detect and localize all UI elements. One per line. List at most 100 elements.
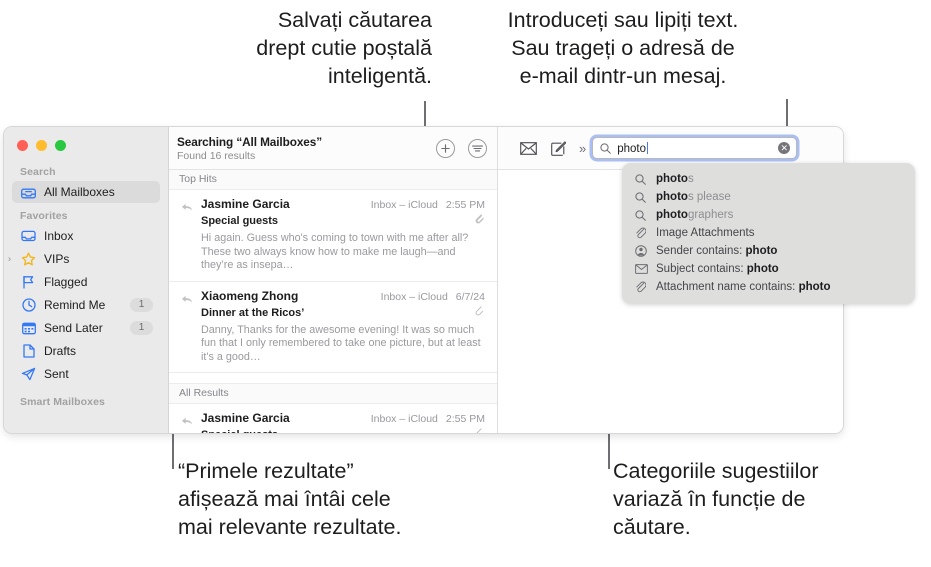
- suggestion-label: Attachment name contains: photo: [656, 281, 831, 293]
- sidebar-item-send-later[interactable]: Send Later 1: [12, 317, 160, 339]
- sidebar-item-badge: 1: [130, 321, 153, 335]
- suggestion-item-image-attachments[interactable]: Image Attachments: [622, 224, 915, 242]
- sidebar-item-label: Inbox: [44, 229, 74, 243]
- message-row-subject: Dinner at the Ricos’: [181, 304, 485, 322]
- calendar-icon: [20, 321, 37, 336]
- sidebar-item-all-mailboxes[interactable]: All Mailboxes: [12, 181, 160, 203]
- paperclip-icon: [475, 426, 485, 433]
- paperclip-icon: [635, 281, 650, 293]
- message-mailbox: Inbox – iCloud: [370, 199, 438, 211]
- clear-search-button[interactable]: ✕: [778, 142, 791, 154]
- message-date: 2:55 PM: [445, 413, 485, 425]
- suggestion-label: photographers: [656, 209, 733, 221]
- zoom-button[interactable]: [55, 140, 66, 151]
- search-icon: [635, 209, 650, 221]
- compose-icon[interactable]: [543, 137, 573, 159]
- sidebar-item-inbox[interactable]: Inbox: [12, 225, 160, 247]
- window-traffic-lights: [17, 140, 66, 151]
- suggestion-item-photographers[interactable]: photographers: [622, 206, 915, 224]
- callout-enter-text: Introduceți sau lipiți text. Sau trageți…: [507, 8, 739, 88]
- paperclip-icon: [475, 304, 485, 322]
- message-row[interactable]: Xiaomeng Zhong Inbox – iCloud 6/7/24 Din…: [169, 282, 497, 373]
- suggestion-label: Subject contains: photo: [656, 263, 779, 275]
- sidebar-group-favorites: Inbox › VIPs Flagged Remind Me 1 Send La…: [4, 225, 168, 385]
- chevron-right-icon[interactable]: ›: [8, 254, 17, 264]
- sidebar-item-label: Sent: [44, 367, 69, 381]
- suggestion-item-photos-please[interactable]: photos please: [622, 188, 915, 206]
- message-subject: Dinner at the Ricos’: [201, 306, 305, 319]
- suggestion-prefix: Sender contains:: [656, 245, 746, 257]
- message-preview: Hi again. Guess who's coming to town wit…: [201, 232, 469, 271]
- message-list: Searching “All Mailboxes” Found 16 resul…: [169, 127, 498, 433]
- sidebar-item-vips[interactable]: › VIPs: [8, 248, 160, 270]
- screenshot-root: Salvați căutarea drept cutie poștală int…: [0, 0, 931, 567]
- suggestion-label: photos please: [656, 191, 731, 203]
- message-row-subject: Special guests: [181, 426, 485, 433]
- message-row-top: Xiaomeng Zhong Inbox – iCloud 6/7/24: [181, 289, 485, 303]
- suggestion-item-subject-contains[interactable]: Subject contains: photo: [622, 260, 915, 278]
- reply-arrow-icon: [181, 291, 193, 309]
- suggestion-label: Sender contains: photo: [656, 245, 777, 257]
- search-scope-title: Searching “All Mailboxes”: [177, 134, 323, 149]
- clock-icon: [20, 298, 37, 313]
- search-icon: [600, 142, 612, 154]
- document-icon: [20, 344, 37, 359]
- save-search-button[interactable]: [436, 138, 455, 158]
- sidebar-item-sent[interactable]: Sent: [12, 363, 160, 385]
- message-sender: Xiaomeng Zhong: [201, 288, 299, 303]
- search-suggestions-dropdown: photos photos please photographers Image…: [622, 163, 915, 304]
- sidebar-item-label: Remind Me: [44, 298, 106, 312]
- mailbox-icon: [20, 185, 37, 200]
- message-row-top: Jasmine Garcia Inbox – iCloud 2:55 PM: [181, 197, 485, 211]
- suggestion-suffix: graphers: [687, 209, 734, 221]
- suggestion-item-photos[interactable]: photos: [622, 170, 915, 188]
- close-button[interactable]: [17, 140, 28, 151]
- suggestion-suffix: s: [687, 173, 694, 185]
- message-mailbox: Inbox – iCloud: [380, 290, 448, 303]
- results-count: Found 16 results: [177, 149, 256, 162]
- sidebar-item-remind-me[interactable]: Remind Me 1: [12, 294, 160, 316]
- sidebar-section-header-smart-mailboxes: Smart Mailboxes: [20, 396, 105, 408]
- paper-plane-icon: [20, 367, 37, 382]
- minimize-button[interactable]: [36, 140, 47, 151]
- suggestion-prefix: photo: [656, 173, 688, 185]
- search-icon: [635, 191, 650, 203]
- message-row-top: Jasmine Garcia Inbox – iCloud 2:55 PM: [181, 411, 485, 425]
- sidebar-item-label: Drafts: [44, 344, 77, 358]
- message-list-header-text: Searching “All Mailboxes” Found 16 resul…: [177, 135, 423, 162]
- star-icon: [20, 252, 37, 267]
- suggestion-item-attachment-name-contains[interactable]: Attachment name contains: photo: [622, 278, 915, 296]
- suggestion-prefix: Subject contains:: [656, 263, 747, 275]
- message-mailbox: Inbox – iCloud: [370, 413, 438, 425]
- message-preview: Danny, Thanks for the awesome evening! I…: [201, 323, 481, 363]
- sidebar-item-label: Send Later: [44, 321, 103, 335]
- envelope-icon: [635, 264, 650, 274]
- mail-icon[interactable]: [513, 137, 543, 159]
- paperclip-icon: [635, 227, 650, 239]
- sidebar-item-label: All Mailboxes: [44, 185, 115, 199]
- suggestion-suffix: Image Attachments: [656, 227, 755, 239]
- message-list-header: Searching “All Mailboxes” Found 16 resul…: [169, 127, 497, 170]
- suggestion-item-sender-contains[interactable]: Sender contains: photo: [622, 242, 915, 260]
- filter-button[interactable]: [468, 138, 487, 158]
- overflow-chevron-icon[interactable]: »: [579, 141, 586, 156]
- message-date: 2:55 PM: [445, 199, 485, 211]
- sidebar-section-header-search: Search: [20, 166, 56, 178]
- sidebar: Search All Mailboxes Favorites Inbox › V…: [4, 127, 169, 433]
- reply-arrow-icon: [181, 199, 193, 217]
- message-row[interactable]: Jasmine Garcia Inbox – iCloud 2:55 PM Sp…: [169, 404, 497, 433]
- suggestion-suffix: s please: [687, 191, 731, 203]
- message-row[interactable]: Jasmine Garcia Inbox – iCloud 2:55 PM Sp…: [169, 190, 497, 282]
- sidebar-item-flagged[interactable]: Flagged: [12, 271, 160, 293]
- suggestion-suffix: photo: [746, 263, 779, 275]
- sidebar-item-drafts[interactable]: Drafts: [12, 340, 160, 362]
- group-header-all-results: All Results: [169, 383, 497, 404]
- suggestion-prefix: Attachment name contains:: [656, 281, 799, 293]
- search-input[interactable]: photo ✕: [592, 137, 798, 159]
- sidebar-item-label: Flagged: [44, 275, 88, 289]
- suggestion-prefix: photo: [656, 209, 688, 221]
- message-subject: Special guests: [201, 215, 279, 227]
- callout-suggestion-categories: Categoriile sugestiilor variază în funcț…: [613, 459, 819, 539]
- sidebar-item-label: VIPs: [44, 252, 70, 266]
- sidebar-section-header-favorites: Favorites: [20, 210, 68, 222]
